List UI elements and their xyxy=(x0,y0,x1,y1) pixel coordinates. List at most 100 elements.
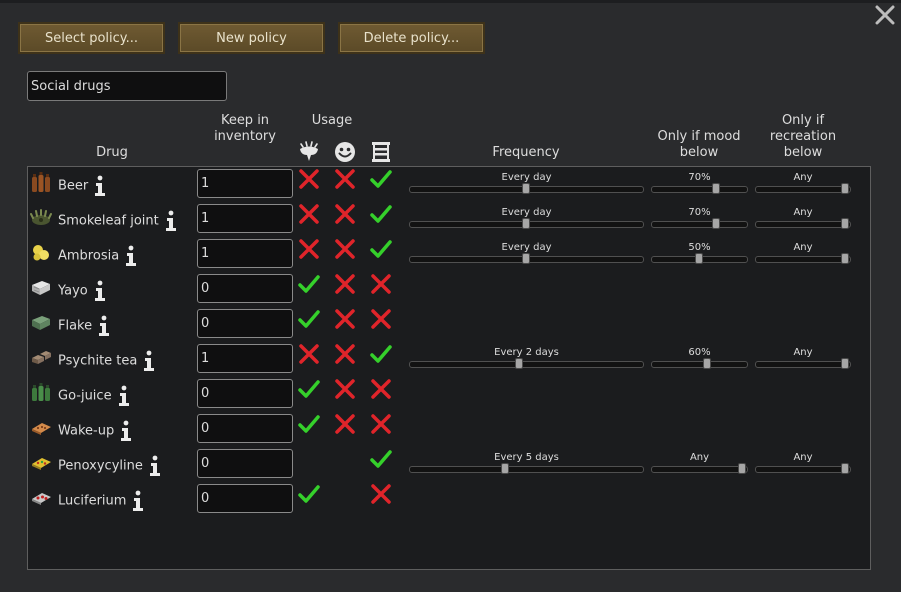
info-icon[interactable] xyxy=(148,455,162,477)
mood-slider[interactable]: 60% xyxy=(651,347,748,369)
mood-slider-thumb[interactable] xyxy=(703,358,712,369)
info-icon[interactable] xyxy=(97,315,111,337)
mood-slider[interactable]: Any xyxy=(651,452,748,474)
check-icon[interactable] xyxy=(297,412,321,436)
mood-slider-thumb[interactable] xyxy=(711,183,720,194)
mood-slider-label: 70% xyxy=(688,172,711,183)
mood-slider-thumb[interactable] xyxy=(694,253,703,264)
frequency-slider-thumb[interactable] xyxy=(514,358,523,369)
cross-icon[interactable] xyxy=(333,307,357,331)
inventory-input[interactable] xyxy=(197,169,293,198)
inventory-input[interactable] xyxy=(197,449,293,478)
cross-icon[interactable] xyxy=(369,272,393,296)
cross-icon[interactable] xyxy=(369,412,393,436)
select-policy-button[interactable]: Select policy... xyxy=(18,22,165,54)
cross-icon[interactable] xyxy=(333,412,357,436)
recreation-slider-thumb[interactable] xyxy=(841,183,849,194)
yayo-icon xyxy=(32,281,50,295)
recreation-slider[interactable]: Any xyxy=(755,242,851,264)
info-icon[interactable] xyxy=(119,420,133,442)
frequency-slider[interactable]: Every day xyxy=(409,242,644,264)
info-icon[interactable] xyxy=(142,350,156,372)
frequency-slider-thumb[interactable] xyxy=(501,463,510,474)
mood-slider-track[interactable] xyxy=(651,221,748,228)
info-icon[interactable] xyxy=(117,385,131,407)
frequency-slider[interactable]: Every day xyxy=(409,207,644,229)
delete-policy-button[interactable]: Delete policy... xyxy=(338,22,485,54)
recreation-slider[interactable]: Any xyxy=(755,207,851,229)
mood-slider-thumb[interactable] xyxy=(738,463,746,474)
frequency-slider[interactable]: Every 2 days xyxy=(409,347,644,369)
info-icon[interactable] xyxy=(93,175,107,197)
check-icon[interactable] xyxy=(369,447,393,471)
recreation-slider-thumb[interactable] xyxy=(841,463,849,474)
cross-icon[interactable] xyxy=(333,342,357,366)
check-icon[interactable] xyxy=(297,272,321,296)
recreation-slider[interactable]: Any xyxy=(755,172,851,194)
cross-icon[interactable] xyxy=(333,272,357,296)
empty-usage-cell[interactable] xyxy=(297,447,321,471)
recreation-slider[interactable]: Any xyxy=(755,347,851,369)
mood-slider[interactable]: 50% xyxy=(651,242,748,264)
inventory-input[interactable] xyxy=(197,379,293,408)
frequency-slider-track[interactable] xyxy=(409,361,644,368)
recreation-slider-track[interactable] xyxy=(755,256,851,263)
mood-slider-track[interactable] xyxy=(651,186,748,193)
frequency-slider[interactable]: Every 5 days xyxy=(409,452,644,474)
cross-icon[interactable] xyxy=(369,307,393,331)
recreation-slider-thumb[interactable] xyxy=(841,218,849,229)
policy-name-input[interactable] xyxy=(27,71,227,101)
check-icon[interactable] xyxy=(297,377,321,401)
cross-icon[interactable] xyxy=(297,342,321,366)
recreation-slider[interactable]: Any xyxy=(755,452,851,474)
usage-header: Usage xyxy=(311,113,353,128)
mood-slider-track[interactable] xyxy=(651,466,748,473)
check-icon[interactable] xyxy=(297,482,321,506)
frequency-slider-track[interactable] xyxy=(409,466,644,473)
inventory-input[interactable] xyxy=(197,204,293,233)
empty-usage-cell[interactable] xyxy=(333,482,357,506)
mood-slider[interactable]: 70% xyxy=(651,207,748,229)
frequency-slider-thumb[interactable] xyxy=(521,183,530,194)
info-icon[interactable] xyxy=(93,280,107,302)
inventory-input[interactable] xyxy=(197,274,293,303)
cross-icon[interactable] xyxy=(333,167,357,191)
new-policy-button[interactable]: New policy xyxy=(178,22,325,54)
recreation-slider-track[interactable] xyxy=(755,221,851,228)
frequency-slider[interactable]: Every day xyxy=(409,172,644,194)
info-icon[interactable] xyxy=(124,245,138,267)
mood-slider-track[interactable] xyxy=(651,361,748,368)
frequency-slider-thumb[interactable] xyxy=(521,218,530,229)
check-icon[interactable] xyxy=(369,202,393,226)
cross-icon[interactable] xyxy=(333,377,357,401)
inventory-input[interactable] xyxy=(197,239,293,268)
close-icon[interactable] xyxy=(874,4,896,26)
check-icon[interactable] xyxy=(297,307,321,331)
info-icon[interactable] xyxy=(164,210,178,232)
check-icon[interactable] xyxy=(369,342,393,366)
recreation-slider-track[interactable] xyxy=(755,186,851,193)
frequency-slider-thumb[interactable] xyxy=(521,253,530,264)
cross-icon[interactable] xyxy=(333,202,357,226)
cross-icon[interactable] xyxy=(333,237,357,261)
cross-icon[interactable] xyxy=(297,202,321,226)
cross-icon[interactable] xyxy=(369,482,393,506)
inventory-input[interactable] xyxy=(197,344,293,373)
inventory-input[interactable] xyxy=(197,484,293,513)
mood-slider-thumb[interactable] xyxy=(711,218,720,229)
info-icon[interactable] xyxy=(131,490,145,512)
cross-icon[interactable] xyxy=(297,167,321,191)
cross-icon[interactable] xyxy=(297,237,321,261)
check-icon[interactable] xyxy=(369,237,393,261)
recreation-slider-track[interactable] xyxy=(755,361,851,368)
inventory-input[interactable] xyxy=(197,414,293,443)
check-icon[interactable] xyxy=(369,167,393,191)
recreation-slider-thumb[interactable] xyxy=(841,358,849,369)
empty-usage-cell[interactable] xyxy=(333,447,357,471)
mood-slider[interactable]: 70% xyxy=(651,172,748,194)
recreation-slider-thumb[interactable] xyxy=(841,253,849,264)
psychite-tea-icon xyxy=(32,351,51,364)
recreation-slider-track[interactable] xyxy=(755,466,851,473)
inventory-input[interactable] xyxy=(197,309,293,338)
cross-icon[interactable] xyxy=(369,377,393,401)
